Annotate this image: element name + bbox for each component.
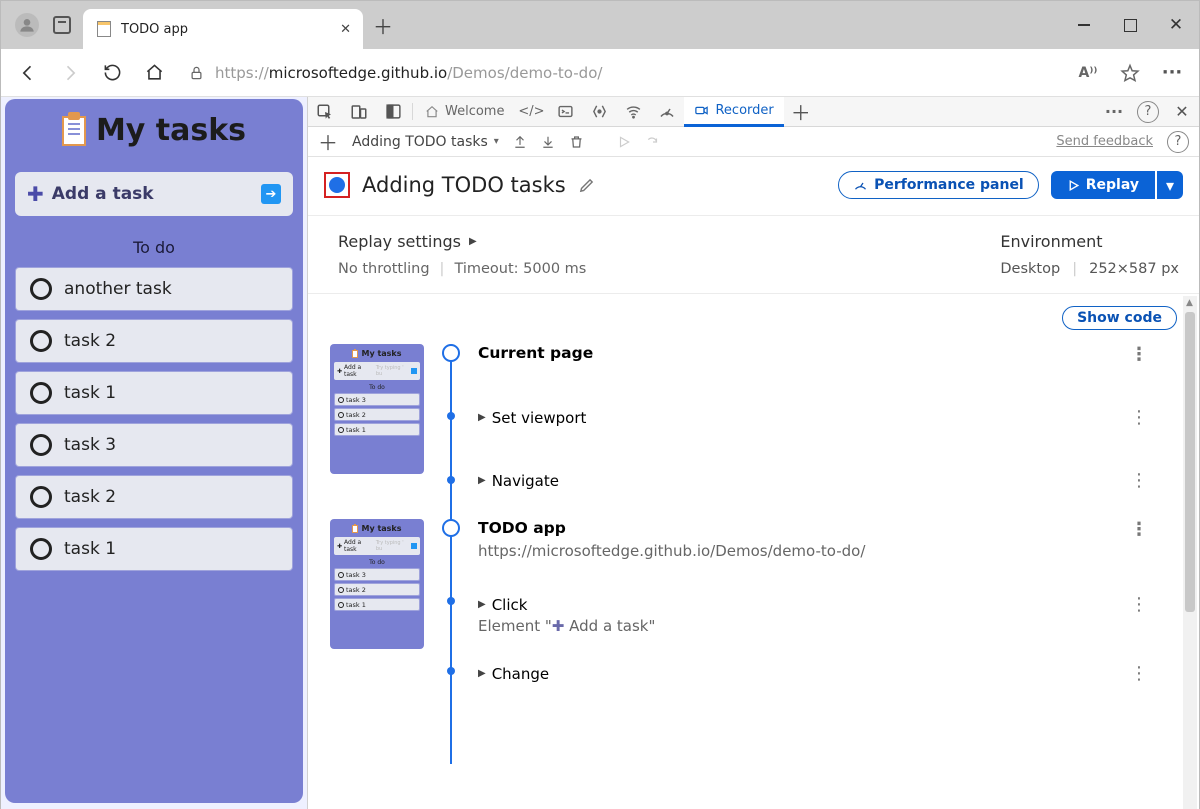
submit-icon[interactable]: ➔ xyxy=(261,184,281,204)
console-icon[interactable] xyxy=(548,97,582,126)
url-text: https://microsoftedge.github.io/Demos/de… xyxy=(215,64,602,82)
step-menu-icon[interactable]: ⋮ xyxy=(1130,344,1147,365)
home-button[interactable] xyxy=(137,56,171,90)
export-up-icon[interactable] xyxy=(513,134,527,150)
task-item[interactable]: another task xyxy=(15,267,293,311)
task-item[interactable]: task 2 xyxy=(15,319,293,363)
window-close-button[interactable]: ✕ xyxy=(1153,8,1199,42)
play-disabled-icon xyxy=(617,135,631,149)
devtools-close-button[interactable]: ✕ xyxy=(1165,102,1199,121)
more-tabs-button[interactable]: ＋ xyxy=(784,97,818,126)
step-disabled-icon xyxy=(645,135,661,149)
back-button[interactable] xyxy=(11,56,45,90)
task-checkbox[interactable] xyxy=(30,278,52,300)
task-checkbox[interactable] xyxy=(30,330,52,352)
step-url: https://microsoftedge.github.io/Demos/de… xyxy=(478,542,1147,560)
step-thumbnail: My tasks ✚Add a taskTry typing ' bu To d… xyxy=(330,519,424,649)
task-checkbox[interactable] xyxy=(30,538,52,560)
recording-selector[interactable]: Adding TODO tasks ▾ xyxy=(352,134,499,150)
task-checkbox[interactable] xyxy=(30,434,52,456)
scrollbar-thumb[interactable] xyxy=(1185,312,1195,612)
window-maximize-button[interactable] xyxy=(1107,8,1153,42)
step-click[interactable]: ▶Click xyxy=(478,596,527,614)
task-item[interactable]: task 2 xyxy=(15,475,293,519)
favorite-button[interactable] xyxy=(1113,56,1147,90)
step-title[interactable]: Current page xyxy=(478,344,593,365)
edit-title-icon[interactable] xyxy=(578,177,595,194)
elements-icon[interactable]: </> xyxy=(514,97,548,126)
dock-icon[interactable] xyxy=(376,97,410,126)
environment-label: Environment xyxy=(1000,232,1179,251)
caret-right-icon: ▶ xyxy=(469,236,477,247)
step-title[interactable]: TODO app xyxy=(478,519,566,540)
tab-actions-icon[interactable] xyxy=(53,16,71,34)
devtools-more-icon[interactable]: ··· xyxy=(1097,102,1131,121)
recording-title: Adding TODO tasks xyxy=(362,173,566,197)
task-checkbox[interactable] xyxy=(30,382,52,404)
help-icon[interactable]: ? xyxy=(1131,101,1165,123)
add-task-label: Add a task xyxy=(52,184,154,204)
todo-section-label: To do xyxy=(15,238,293,257)
performance-icon[interactable] xyxy=(650,97,684,126)
page-title: My tasks xyxy=(96,113,246,148)
plus-icon: ✚ xyxy=(27,182,44,206)
read-aloud-button[interactable]: A⁾⁾ xyxy=(1071,56,1105,90)
step-element-desc: Element "✚ Add a task" xyxy=(478,617,1147,635)
tab-recorder[interactable]: Recorder xyxy=(684,97,783,127)
task-checkbox[interactable] xyxy=(30,486,52,508)
profile-icon[interactable] xyxy=(15,13,39,37)
window-minimize-button[interactable] xyxy=(1061,8,1107,42)
step-menu-icon[interactable]: ⋮ xyxy=(1130,519,1147,540)
record-button[interactable] xyxy=(324,172,350,198)
show-code-button[interactable]: Show code xyxy=(1062,306,1177,330)
delete-icon[interactable] xyxy=(569,134,584,150)
site-lock-icon[interactable] xyxy=(187,62,205,84)
chevron-down-icon: ▾ xyxy=(494,136,499,147)
sources-icon[interactable] xyxy=(582,97,616,126)
throttling-value: No throttling xyxy=(338,261,430,277)
tab-favicon-icon xyxy=(97,21,111,37)
step-menu-icon[interactable]: ⋮ xyxy=(1130,407,1147,428)
step-change[interactable]: ▶Change xyxy=(478,665,549,683)
network-icon[interactable] xyxy=(616,97,650,126)
step-navigate[interactable]: ▶Navigate xyxy=(478,472,559,490)
new-recording-button[interactable]: ＋ xyxy=(318,127,338,156)
browser-tab[interactable]: TODO app ✕ xyxy=(83,9,363,49)
clipboard-icon xyxy=(62,116,86,146)
new-tab-button[interactable]: ＋ xyxy=(363,11,403,40)
address-bar[interactable]: https://microsoftedge.github.io/Demos/de… xyxy=(179,62,1063,84)
add-task-input[interactable]: ✚ Add a task ➔ xyxy=(15,172,293,216)
inspect-icon[interactable] xyxy=(308,97,342,126)
step-menu-icon[interactable]: ⋮ xyxy=(1130,470,1147,491)
refresh-button[interactable] xyxy=(95,56,129,90)
step-menu-icon[interactable]: ⋮ xyxy=(1130,663,1147,684)
settings-more-button[interactable]: ··· xyxy=(1155,56,1189,90)
todo-app: My tasks ✚ Add a task ➔ To do another ta… xyxy=(5,99,303,803)
task-item[interactable]: task 1 xyxy=(15,371,293,415)
step-set-viewport[interactable]: ▶Set viewport xyxy=(478,409,586,427)
send-feedback-link[interactable]: Send feedback xyxy=(1056,134,1153,149)
timeout-value: Timeout: 5000 ms xyxy=(454,261,586,277)
scrollbar[interactable]: ▲ xyxy=(1183,296,1197,809)
tab-close-icon[interactable]: ✕ xyxy=(340,22,351,37)
performance-panel-button[interactable]: Performance panel xyxy=(838,171,1039,199)
env-size: 252×587 px xyxy=(1089,261,1179,277)
forward-button xyxy=(53,56,87,90)
task-item[interactable]: task 3 xyxy=(15,423,293,467)
replay-button[interactable]: Replay xyxy=(1051,171,1155,199)
tab-title: TODO app xyxy=(121,22,330,37)
step-thumbnail: My tasks ✚Add a taskTry typing ' bu To d… xyxy=(330,344,424,474)
replay-options-button[interactable]: ▾ xyxy=(1157,171,1183,199)
env-device: Desktop xyxy=(1000,261,1060,277)
replay-settings-toggle[interactable]: Replay settings ▶ xyxy=(338,232,1000,251)
tab-welcome[interactable]: Welcome xyxy=(415,97,514,126)
device-icon[interactable] xyxy=(342,97,376,126)
step-menu-icon[interactable]: ⋮ xyxy=(1130,594,1147,615)
import-down-icon[interactable] xyxy=(541,134,555,150)
help-icon[interactable]: ? xyxy=(1167,131,1189,153)
task-item[interactable]: task 1 xyxy=(15,527,293,571)
